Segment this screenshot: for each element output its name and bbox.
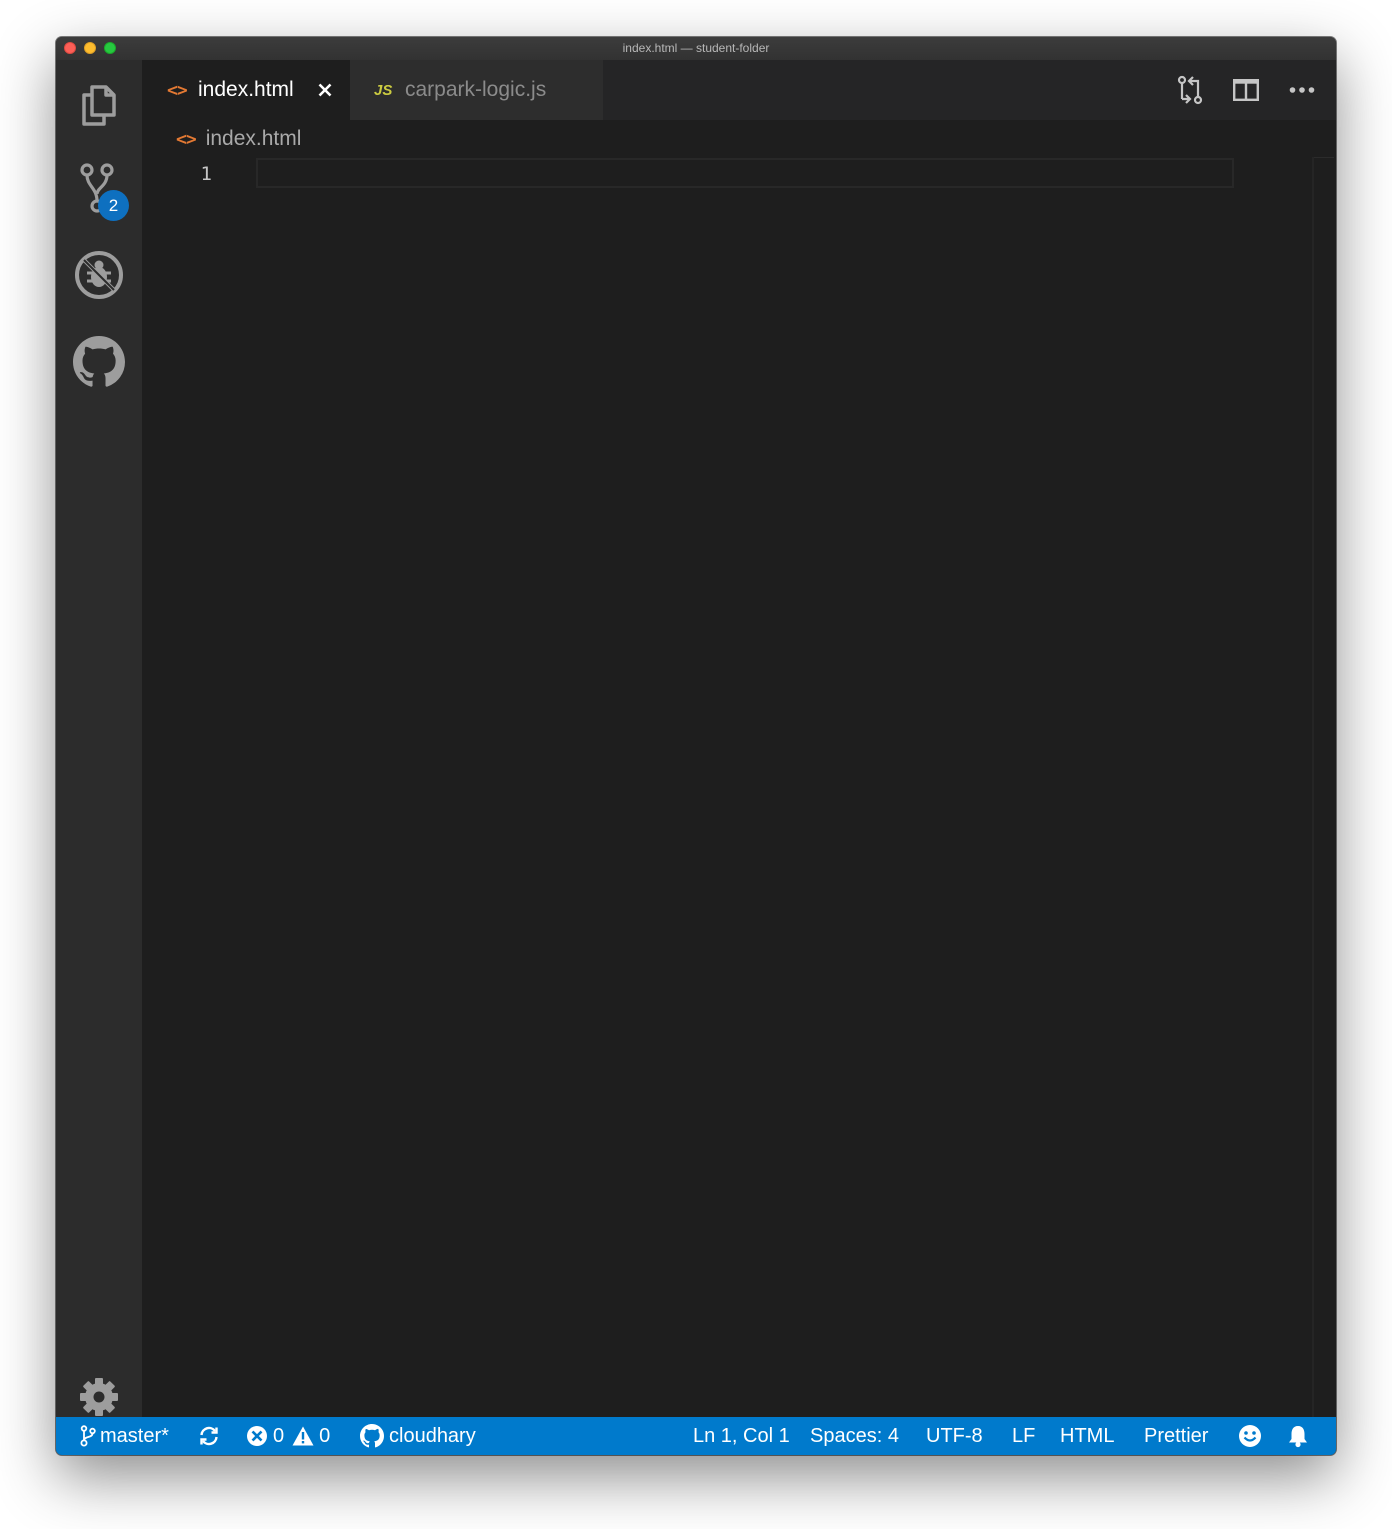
tab-index-html[interactable]: <> index.html	[142, 60, 350, 120]
close-tab-icon[interactable]	[315, 80, 335, 100]
split-editor-icon	[1233, 79, 1259, 101]
cursor-position-item[interactable]: Ln 1, Col 1	[693, 1417, 790, 1455]
cursor-position: Ln 1, Col 1	[693, 1425, 790, 1447]
title-bar: index.html — student-folder	[56, 37, 1336, 61]
sync-icon	[198, 1425, 220, 1447]
editor-tab-bar: <> index.html JS carpark-logic.js	[142, 60, 1336, 120]
smiley-icon	[1238, 1424, 1262, 1448]
errors-count: 0	[273, 1425, 285, 1447]
more-actions-button[interactable]	[1286, 74, 1318, 106]
minimap-border	[1312, 157, 1334, 158]
branch-label: master*	[100, 1425, 169, 1447]
feedback-button[interactable]	[1238, 1417, 1262, 1455]
tab-label: carpark-logic.js	[405, 78, 547, 101]
eol-label: LF	[1012, 1425, 1036, 1447]
breadcrumb-file-label: index.html	[205, 127, 302, 150]
activity-bar: 2	[56, 60, 142, 1417]
debug-icon	[73, 249, 125, 301]
html-file-icon: <>	[176, 128, 197, 150]
language-mode-item[interactable]: HTML	[1060, 1417, 1114, 1455]
notifications-button[interactable]	[1287, 1417, 1309, 1455]
source-control-button[interactable]: 2	[56, 150, 142, 230]
warnings-count: 0	[319, 1425, 331, 1447]
encoding-item[interactable]: UTF-8	[926, 1417, 983, 1455]
open-changes-icon	[1176, 75, 1204, 105]
tab-label: index.html	[198, 78, 294, 101]
status-bar: master* 0 0 cloudhary Ln 1, Col 1 Spaces…	[56, 1417, 1336, 1455]
tab-carpark-logic-js[interactable]: JS carpark-logic.js	[350, 60, 603, 120]
debug-button[interactable]	[56, 235, 142, 315]
gear-icon	[79, 1377, 119, 1417]
indentation-item[interactable]: Spaces: 4	[810, 1417, 899, 1455]
eol-item[interactable]: LF	[1012, 1417, 1035, 1455]
formatter-item[interactable]: Prettier	[1144, 1417, 1208, 1455]
github-icon	[360, 1424, 384, 1448]
indentation-label: Spaces: 4	[810, 1425, 899, 1447]
branch-status-item[interactable]: master*	[80, 1417, 169, 1455]
language-label: HTML	[1060, 1425, 1115, 1447]
open-changes-button[interactable]	[1174, 74, 1206, 106]
editor-scrollbar[interactable]	[1312, 157, 1314, 1417]
github-icon	[73, 336, 125, 388]
vscode-window: index.html — student-folder 2 <> index.h…	[56, 37, 1336, 1455]
encoding-label: UTF-8	[926, 1425, 983, 1447]
sync-button[interactable]	[198, 1417, 220, 1455]
editor-current-line[interactable]	[256, 158, 1234, 188]
formatter-label: Prettier	[1144, 1425, 1209, 1447]
js-file-icon: JS	[374, 81, 393, 99]
github-button[interactable]	[56, 322, 142, 402]
breadcrumb[interactable]: <> index.html	[176, 124, 301, 154]
git-branch-icon	[80, 1425, 96, 1447]
github-username: cloudhary	[389, 1425, 476, 1447]
github-account-item[interactable]: cloudhary	[360, 1417, 476, 1455]
window-title: index.html — student-folder	[622, 41, 770, 55]
files-icon	[79, 83, 119, 127]
html-file-icon: <>	[167, 79, 188, 101]
split-editor-button[interactable]	[1230, 74, 1262, 106]
warning-icon	[292, 1426, 314, 1446]
explorer-button[interactable]	[56, 65, 142, 145]
problems-status-item[interactable]: 0 0	[246, 1417, 330, 1455]
line-number: 1	[200, 163, 212, 185]
bell-icon	[1287, 1424, 1309, 1448]
error-icon	[246, 1425, 268, 1447]
more-actions-icon	[1289, 86, 1315, 94]
changes-count-badge: 2	[98, 190, 129, 221]
